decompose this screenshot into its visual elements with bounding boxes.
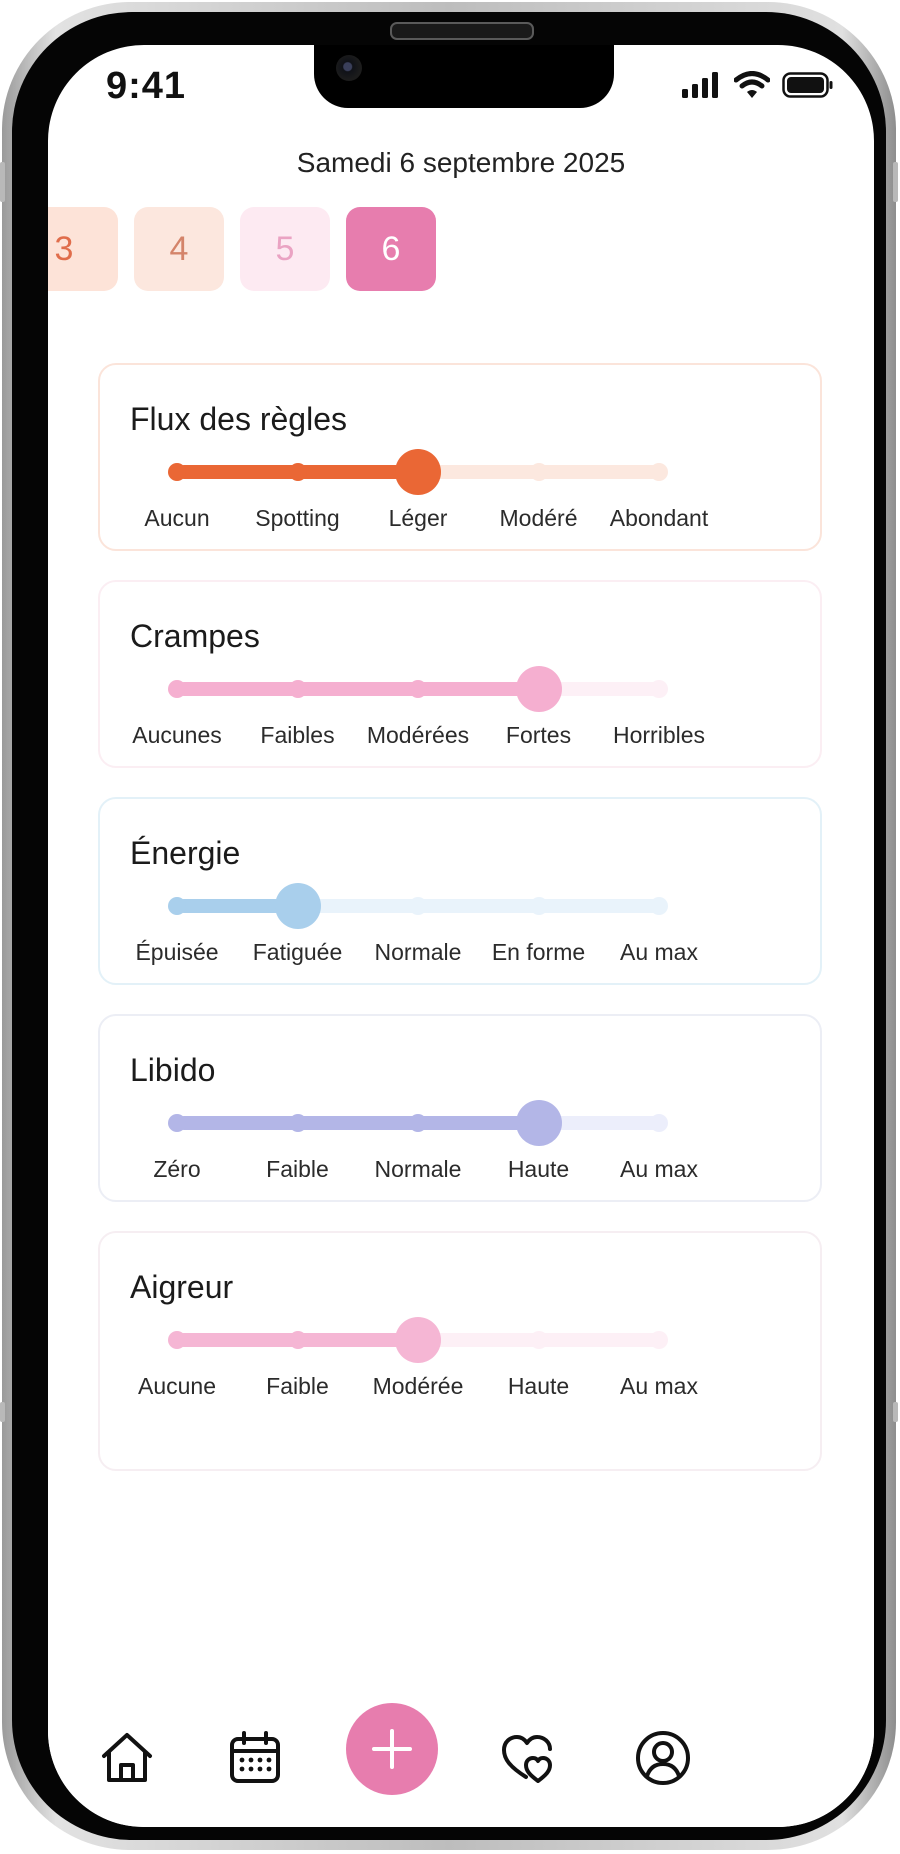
slider-option-label[interactable]: Aucun bbox=[107, 505, 247, 532]
day-chip-5[interactable]: 5 bbox=[240, 207, 330, 291]
side-button bbox=[0, 162, 5, 202]
slider-option-label[interactable]: Aucune bbox=[107, 1373, 247, 1400]
calendar-icon[interactable] bbox=[226, 1729, 284, 1787]
slider-stop[interactable] bbox=[529, 1331, 548, 1349]
tracker-card: Crampes Aucunes Faibles Modérées Fortes Horri… bbox=[98, 580, 822, 768]
tracker-title: Énergie bbox=[130, 835, 241, 871]
tracker-card: Libido Zéro Faible Normale Haute Au max bbox=[98, 1014, 822, 1202]
slider-stop[interactable] bbox=[168, 680, 186, 698]
day-chip-4[interactable]: 4 bbox=[134, 207, 224, 291]
slider-option-label[interactable]: Modéré bbox=[469, 505, 609, 532]
slider-option-label[interactable]: Au max bbox=[589, 939, 729, 966]
plus-icon bbox=[372, 1729, 412, 1769]
slider-stop[interactable] bbox=[288, 1331, 307, 1349]
speaker-grille bbox=[390, 22, 534, 40]
slider-option-label[interactable]: Léger bbox=[348, 505, 488, 532]
slider-option-label[interactable]: Haute bbox=[469, 1373, 609, 1400]
tracker-title: Libido bbox=[130, 1052, 216, 1088]
phone-frame: 9:41 Samedi 6 septembre 2025 3 4 5 6 Flu… bbox=[0, 2, 898, 1850]
slider-stop[interactable] bbox=[288, 680, 307, 698]
slider-option-label[interactable]: Aucunes bbox=[107, 722, 247, 749]
camera-icon bbox=[336, 55, 362, 81]
slider-stop[interactable] bbox=[168, 463, 186, 481]
screen: 9:41 Samedi 6 septembre 2025 3 4 5 6 Flu… bbox=[48, 45, 874, 1827]
slider-option-label[interactable]: En forme bbox=[469, 939, 609, 966]
signal-icon bbox=[682, 72, 718, 98]
add-entry-button[interactable] bbox=[346, 1703, 438, 1795]
slider-knob[interactable] bbox=[515, 666, 562, 712]
slider-option-label[interactable]: Fatiguée bbox=[228, 939, 368, 966]
slider-option-label[interactable]: Au max bbox=[589, 1156, 729, 1183]
home-icon[interactable] bbox=[98, 1729, 156, 1787]
slider-option-label[interactable]: Spotting bbox=[228, 505, 368, 532]
status-time: 9:41 bbox=[106, 65, 187, 107]
slider-option-label[interactable]: Modérées bbox=[348, 722, 488, 749]
slider-knob[interactable] bbox=[274, 883, 321, 929]
profile-icon[interactable] bbox=[634, 1729, 692, 1787]
slider-stop[interactable] bbox=[288, 1114, 307, 1132]
slider-fill bbox=[177, 1116, 539, 1130]
date-title: Samedi 6 septembre 2025 bbox=[296, 147, 626, 178]
slider-stop[interactable] bbox=[288, 463, 307, 481]
wifi-icon bbox=[734, 71, 770, 98]
slider-option-label[interactable]: Normale bbox=[348, 1156, 488, 1183]
slider-stop[interactable] bbox=[529, 897, 548, 915]
slider-option-label[interactable]: Au max bbox=[589, 1373, 729, 1400]
battery-icon bbox=[782, 72, 833, 98]
hearts-icon[interactable] bbox=[500, 1729, 558, 1787]
side-button bbox=[0, 1402, 5, 1422]
status-icons bbox=[682, 71, 834, 99]
slider-stop[interactable] bbox=[650, 1331, 668, 1349]
slider-stop[interactable] bbox=[529, 463, 548, 481]
slider-knob[interactable] bbox=[395, 449, 441, 495]
slider-stop[interactable] bbox=[168, 1331, 186, 1349]
day-chip-3[interactable]: 3 bbox=[48, 207, 118, 291]
slider-fill bbox=[177, 682, 539, 696]
slider-stop[interactable] bbox=[650, 680, 668, 698]
tracker-card: Énergie Épuisée Fatiguée Normale En forme Au … bbox=[98, 797, 822, 985]
tracker-title: Crampes bbox=[130, 618, 260, 654]
slider-stop[interactable] bbox=[409, 1114, 427, 1132]
slider-stop[interactable] bbox=[650, 463, 668, 481]
day-chip-6[interactable]: 6 bbox=[346, 207, 436, 291]
slider-stop[interactable] bbox=[650, 897, 668, 915]
slider-option-label[interactable]: Normale bbox=[348, 939, 488, 966]
slider-option-label[interactable]: Faible bbox=[228, 1156, 368, 1183]
notch bbox=[314, 45, 614, 108]
side-button bbox=[893, 162, 898, 202]
slider-option-label[interactable]: Zéro bbox=[107, 1156, 247, 1183]
slider-option-label[interactable]: Haute bbox=[469, 1156, 609, 1183]
phone-bezel: 9:41 Samedi 6 septembre 2025 3 4 5 6 Flu… bbox=[12, 12, 886, 1840]
bottom-nav bbox=[48, 1681, 874, 1827]
slider-option-label[interactable]: Abondant bbox=[589, 505, 729, 532]
slider-stop[interactable] bbox=[409, 897, 427, 915]
slider-stop[interactable] bbox=[168, 1114, 186, 1132]
side-button bbox=[893, 1402, 898, 1422]
tracker-title: Aigreur bbox=[130, 1269, 234, 1305]
slider-option-label[interactable]: Horribles bbox=[589, 722, 729, 749]
tracker-card: Flux des règles Aucun Spotting Léger Modéré A… bbox=[98, 363, 822, 551]
slider-option-label[interactable]: Faibles bbox=[228, 722, 368, 749]
slider-option-label[interactable]: Modérée bbox=[348, 1373, 488, 1400]
slider-option-label[interactable]: Faible bbox=[228, 1373, 368, 1400]
tracker-card: Aigreur Aucune Faible Modérée Haute Au max bbox=[98, 1231, 822, 1471]
slider-stop[interactable] bbox=[650, 1114, 668, 1132]
slider-stop[interactable] bbox=[168, 897, 186, 915]
slider-knob[interactable] bbox=[515, 1100, 562, 1146]
slider-option-label[interactable]: Épuisée bbox=[107, 939, 247, 966]
slider-knob[interactable] bbox=[395, 1317, 441, 1363]
tracker-title: Flux des règles bbox=[130, 401, 347, 437]
slider-stop[interactable] bbox=[409, 680, 427, 698]
slider-option-label[interactable]: Fortes bbox=[469, 722, 609, 749]
